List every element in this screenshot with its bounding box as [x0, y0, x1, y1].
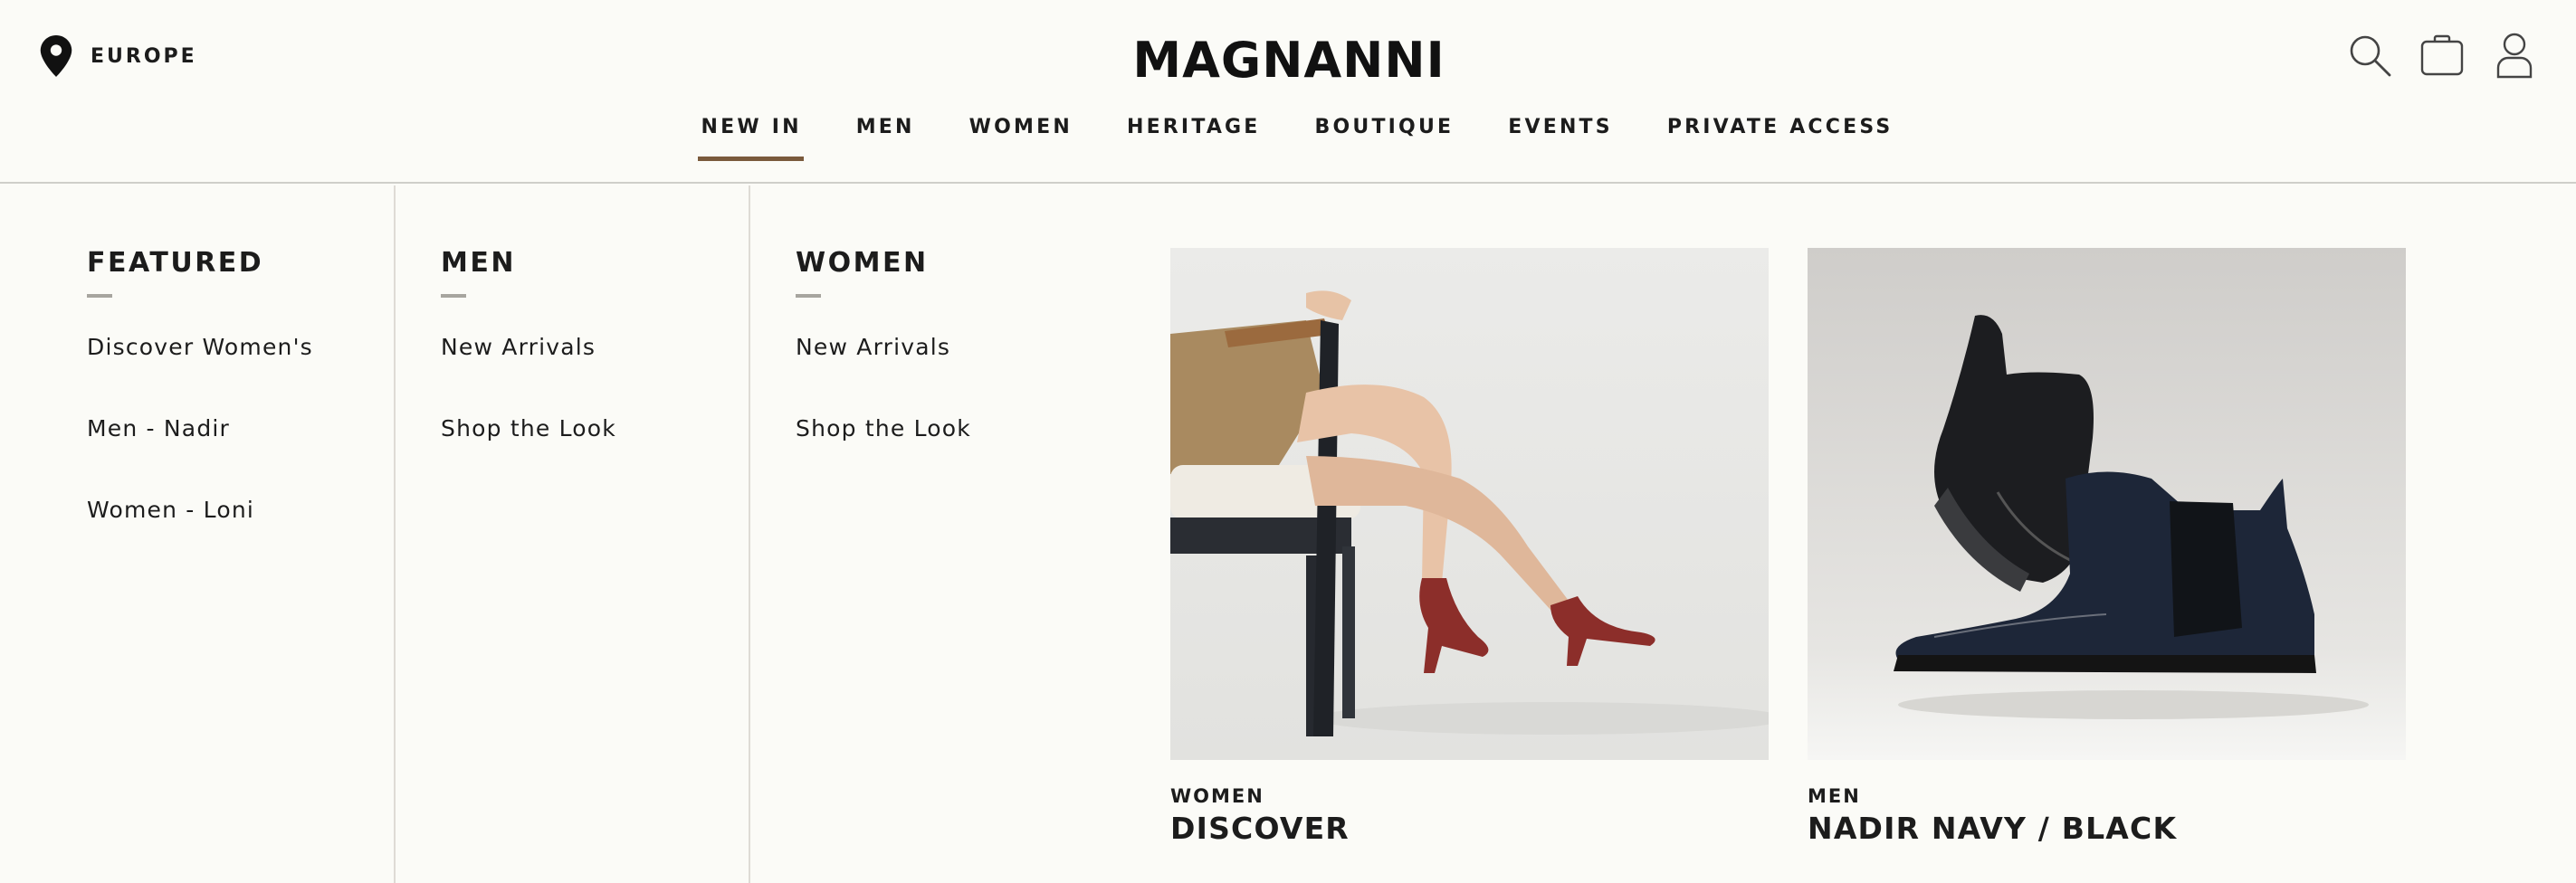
account-icon [2496, 33, 2533, 79]
menu-link-women-loni[interactable]: Women - Loni [87, 497, 313, 578]
promo-image-men-boots[interactable] [1808, 248, 2406, 760]
promo-category: MEN [1808, 785, 1861, 807]
site-header: EUROPE MAGNANNI NEW IN MEN WOMEN HERITAG… [0, 0, 2576, 184]
nav-item-events[interactable]: EVENTS [1481, 116, 1640, 161]
menu-link-women-new-arrivals[interactable]: New Arrivals [796, 334, 971, 415]
menu-link-women-shop-the-look[interactable]: Shop the Look [796, 415, 971, 497]
promo-photo [1808, 248, 2406, 760]
promo-title[interactable]: DISCOVER [1170, 811, 1769, 846]
region-selector[interactable]: EUROPE [40, 34, 197, 78]
heading-rule [441, 294, 466, 298]
promo-card-women-discover[interactable]: WOMEN DISCOVER [1170, 248, 1769, 846]
promo-title[interactable]: NADIR NAVY / BLACK [1808, 811, 2406, 846]
promo-image-women-boots[interactable] [1170, 248, 1769, 760]
menu-link-men-nadir[interactable]: Men - Nadir [87, 415, 313, 497]
header-actions [2346, 31, 2538, 80]
nav-item-new-in[interactable]: NEW IN [674, 116, 829, 161]
main-nav: NEW IN MEN WOMEN HERITAGE BOUTIQUE EVENT… [0, 116, 2576, 161]
heading-rule [796, 294, 821, 298]
nav-item-private-access[interactable]: PRIVATE ACCESS [1640, 116, 1921, 161]
region-label: EUROPE [91, 44, 197, 68]
promo-card-men-nadir[interactable]: MEN NADIR NAVY / BLACK [1808, 248, 2406, 846]
menu-column-featured: FEATURED Discover Women's Men - Nadir Wo… [0, 185, 396, 883]
nav-item-heritage[interactable]: HERITAGE [1100, 116, 1288, 161]
promo-category: WOMEN [1170, 785, 1264, 807]
mega-menu: FEATURED Discover Women's Men - Nadir Wo… [0, 185, 2576, 883]
nav-item-men[interactable]: MEN [829, 116, 942, 161]
menu-link-men-new-arrivals[interactable]: New Arrivals [441, 334, 616, 415]
map-pin-icon [40, 35, 72, 77]
column-heading: WOMEN [796, 247, 929, 279]
search-button[interactable] [2346, 31, 2393, 80]
brand-logo[interactable]: MAGNANNI [1132, 32, 1444, 89]
heading-rule [87, 294, 112, 298]
menu-column-men: MEN New Arrivals Shop the Look [396, 185, 750, 883]
column-heading: MEN [441, 247, 516, 279]
shopping-bag-icon [2420, 34, 2464, 76]
nav-item-women[interactable]: WOMEN [942, 116, 1100, 161]
page: EUROPE MAGNANNI NEW IN MEN WOMEN HERITAG… [0, 0, 2576, 883]
column-heading: FEATURED [87, 247, 264, 279]
account-button[interactable] [2491, 31, 2538, 80]
nav-item-boutique[interactable]: BOUTIQUE [1288, 116, 1482, 161]
cart-button[interactable] [2419, 31, 2466, 80]
promo-photo [1170, 248, 1769, 760]
menu-link-discover-womens[interactable]: Discover Women's [87, 334, 313, 415]
menu-link-men-shop-the-look[interactable]: Shop the Look [441, 415, 616, 497]
menu-column-women: WOMEN New Arrivals Shop the Look [750, 185, 1131, 883]
search-icon [2350, 35, 2391, 77]
